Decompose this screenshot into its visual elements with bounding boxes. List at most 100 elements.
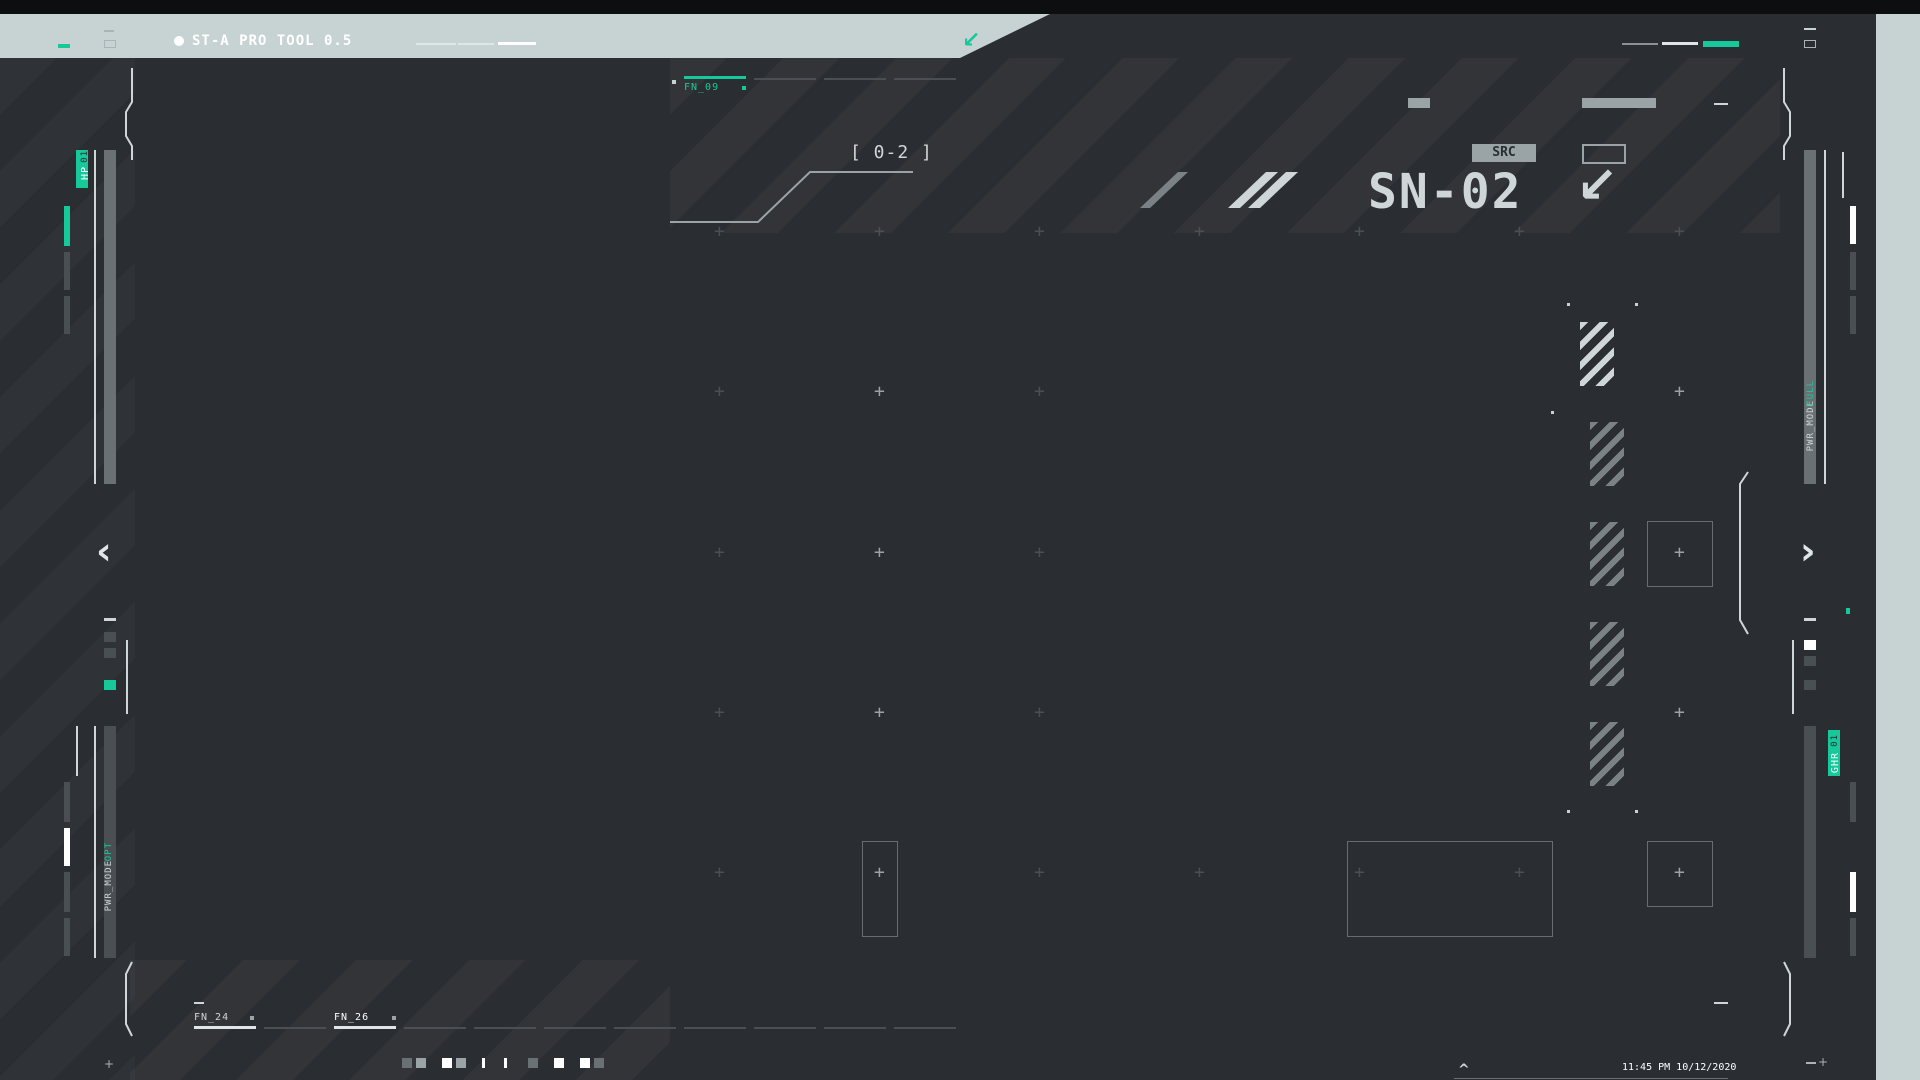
header-block: [1408, 98, 1430, 108]
left-level-active: [64, 828, 70, 866]
zoom-out-icon[interactable]: [1806, 1062, 1816, 1064]
corner-dot: [1635, 810, 1638, 813]
grid-cross: +: [1354, 862, 1365, 883]
fn-bar-seg: [544, 1027, 606, 1029]
grid-cross: +: [1034, 702, 1045, 723]
hatched-block: [1590, 722, 1624, 786]
chevron-left-icon[interactable]: ‹: [96, 532, 112, 570]
header-trace-line: [670, 171, 913, 223]
left-mini-block-active: [104, 680, 116, 690]
header-dash: [1714, 103, 1728, 105]
hatched-block: [1580, 322, 1614, 386]
fn-26-progress: [334, 1026, 396, 1029]
corner-dot: [1551, 411, 1554, 414]
status-cell: [580, 1058, 590, 1068]
grid-cross: +: [1034, 381, 1045, 402]
target-slot-box[interactable]: [1347, 841, 1553, 937]
grid-cross: +: [1674, 542, 1685, 563]
window-icon[interactable]: [104, 40, 116, 48]
chevron-right-icon[interactable]: ›: [1800, 532, 1816, 570]
fn-bar-seg: [404, 1027, 466, 1029]
hatched-block: [1590, 622, 1624, 686]
title-progress-seg: [458, 43, 494, 45]
fn-bar-seg: [474, 1027, 536, 1029]
left-level-active: [64, 206, 70, 246]
right-bottom-bracket: [1783, 961, 1791, 1037]
status-indicator: [58, 44, 70, 48]
arrow-down-left-icon[interactable]: ↙: [962, 28, 980, 53]
app-title: ST-A PRO TOOL 0.5: [192, 33, 353, 49]
arrow-down-left-icon: ↙: [1576, 156, 1618, 214]
app-status-dot-icon: [174, 36, 184, 46]
zoom-in-icon[interactable]: +: [1818, 1056, 1828, 1068]
fn-bar-seg: [894, 1027, 956, 1029]
grid-cross: +: [714, 702, 725, 723]
signal-bar-active: [1703, 41, 1739, 47]
left-mini-block: [104, 632, 116, 642]
right-edge-panel: [1876, 14, 1920, 1080]
hp-label: HP: [80, 166, 91, 181]
target-slot-box[interactable]: [862, 841, 898, 937]
grid-cross: +: [1034, 221, 1045, 242]
grid-cross: +: [874, 862, 885, 883]
left-level: [64, 918, 70, 956]
grid-cross: +: [1674, 221, 1685, 242]
menu-mark: [104, 30, 114, 32]
pwr-gauge-rail: [1824, 150, 1826, 484]
add-icon[interactable]: +: [104, 1058, 114, 1070]
fn-bar-seg: [824, 1027, 886, 1029]
right-mini-block: [1804, 656, 1816, 666]
fn-26-label: FN_26: [334, 1012, 370, 1023]
left-mini-block: [104, 648, 116, 658]
fn-progress: [684, 76, 746, 79]
grid-cross: +: [1354, 221, 1365, 242]
fn-24-label: FN_24: [194, 1012, 230, 1023]
pwr-mode-value-right: FULL: [1806, 380, 1816, 406]
ghr-gauge: [1804, 726, 1816, 958]
right-mini-dash: [1804, 618, 1816, 621]
left-mini-rail: [126, 640, 128, 714]
fn-marker: [742, 86, 746, 90]
grid-cross: +: [1514, 221, 1525, 242]
window-restore-icon[interactable]: [1804, 40, 1816, 48]
right-bracket-trace: [1739, 471, 1749, 635]
right-level-active: [1850, 872, 1856, 912]
fn-bar-seg: [754, 78, 816, 80]
grid-cross: +: [1194, 862, 1205, 883]
status-cell: [456, 1058, 466, 1068]
pwr-mode-label: PWR_MODE: [104, 860, 114, 912]
grid-cross: +: [1034, 542, 1045, 563]
timestamp: 11:45 PM 10/12/2020: [1622, 1062, 1737, 1073]
title-bar: [0, 14, 1050, 58]
right-top-bracket: [1783, 68, 1791, 160]
fn-code-label: FN_09: [684, 82, 720, 93]
hp-value: 01: [80, 150, 90, 163]
left-level: [64, 252, 70, 290]
status-cell: [482, 1058, 485, 1068]
footer-underline: [1454, 1078, 1728, 1079]
chevron-up-icon[interactable]: ^: [1458, 1062, 1470, 1078]
window-minimize-icon[interactable]: [1804, 28, 1816, 30]
right-level: [1850, 296, 1856, 334]
fn-24-progress: [194, 1026, 256, 1029]
corner-dot: [1567, 810, 1570, 813]
status-cell: [504, 1058, 507, 1068]
src-badge[interactable]: SRC: [1472, 144, 1536, 162]
fn-bar-seg: [614, 1027, 676, 1029]
fn-bar-seg: [684, 1027, 746, 1029]
pwr-mode-label-right: PWR_MODE: [1806, 400, 1816, 452]
ghr-label: GHR: [1830, 752, 1841, 774]
grid-cross: +: [714, 381, 725, 402]
left-level: [64, 782, 70, 822]
hatched-block: [1590, 422, 1624, 486]
hp-gauge: [104, 150, 116, 484]
pwr-mode-value: OPT: [104, 842, 114, 862]
right-level-active: [1850, 206, 1856, 244]
fn-bar-seg: [894, 78, 956, 80]
fn-bar-seg: [754, 1027, 816, 1029]
grid-cross: +: [1674, 862, 1685, 883]
left-lower-rail: [76, 726, 78, 776]
title-progress-seg: [416, 43, 456, 45]
left-level: [64, 296, 70, 334]
header-block: [1582, 98, 1656, 108]
